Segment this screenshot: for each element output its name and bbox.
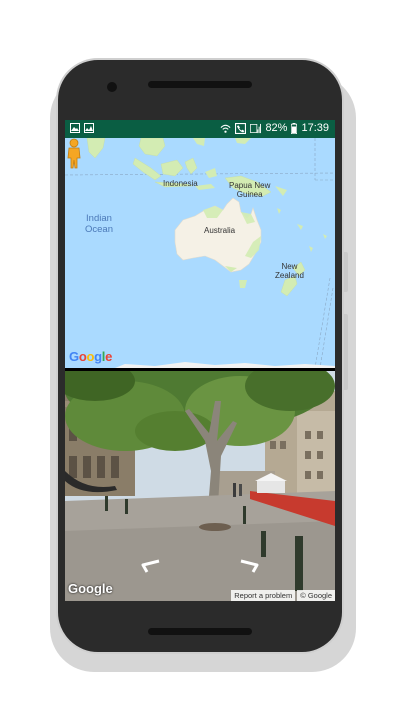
pan-right-arrow-icon[interactable] (239, 557, 261, 573)
bottom-speaker (148, 628, 252, 635)
earpiece-speaker (148, 81, 252, 88)
copyright-text: © Google (297, 590, 335, 601)
street-view-google-logo: Google (68, 581, 113, 596)
report-problem-link[interactable]: Report a problem (231, 590, 296, 601)
battery-percent: 82% (265, 122, 288, 134)
phone-screen: 82% 17:39 Indonesia Papua New Guinea Aus… (65, 120, 335, 601)
photo-icon (84, 123, 94, 133)
pan-left-arrow-icon[interactable] (139, 557, 161, 573)
map-label-indonesia: Indonesia (163, 179, 198, 188)
map-view[interactable]: Indonesia Papua New Guinea Australia New… (65, 138, 335, 368)
map-label-new-zealand: New Zealand (275, 262, 304, 280)
volume-button[interactable] (344, 314, 348, 390)
image-icon (70, 123, 80, 133)
front-camera (107, 82, 117, 92)
map-canvas (65, 138, 335, 368)
wifi-icon (220, 124, 231, 133)
power-button[interactable] (344, 252, 348, 292)
street-view-panorama[interactable]: Google Report a problem © Google (65, 371, 335, 601)
map-label-indian-ocean: Indian Ocean (85, 213, 113, 235)
status-bar: 82% 17:39 (65, 120, 335, 138)
street-view-footer: Report a problem © Google (231, 590, 335, 601)
street-view-image (65, 371, 335, 601)
clock: 17:39 (301, 122, 329, 134)
call-icon (235, 122, 247, 134)
map-label-australia: Australia (204, 226, 236, 235)
map-label-papua-new-guinea: Papua New Guinea (229, 181, 271, 199)
map-google-logo: Google (69, 349, 113, 364)
pegman-icon[interactable] (65, 138, 83, 170)
signal-icon (250, 123, 262, 133)
battery-icon (291, 122, 298, 134)
